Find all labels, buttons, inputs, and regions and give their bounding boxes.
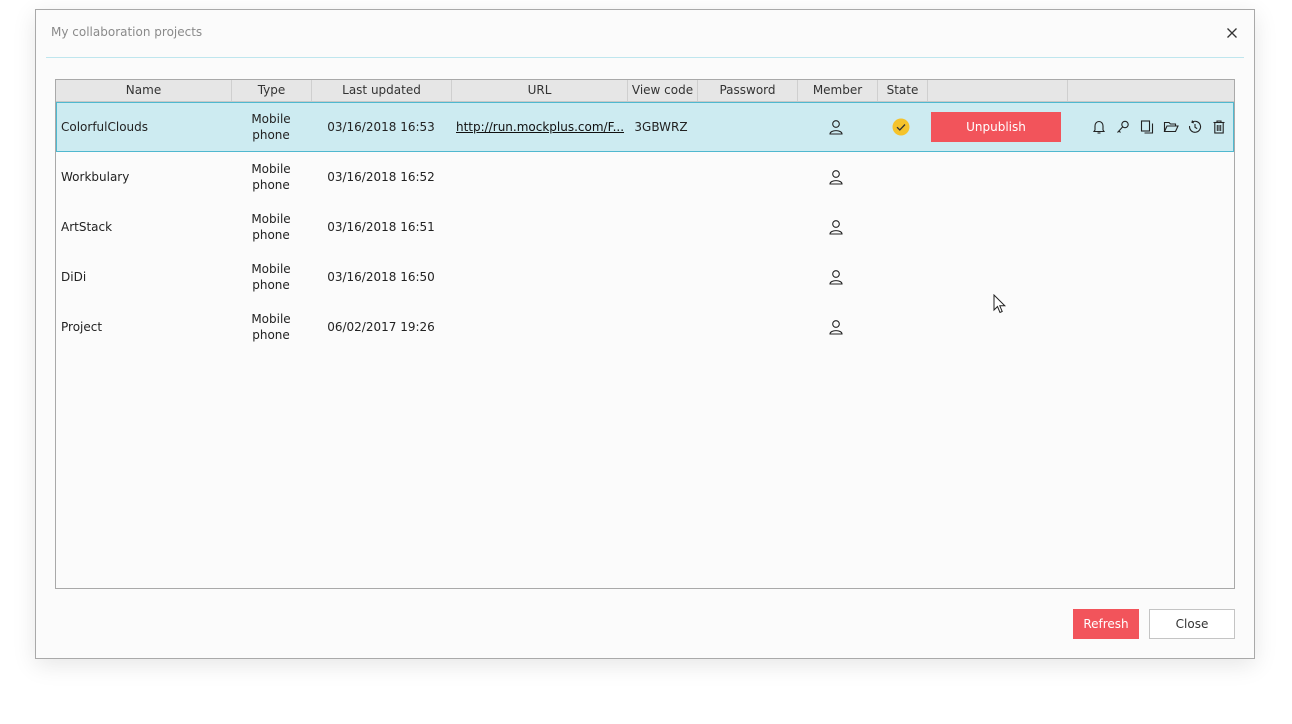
- project-url-cell: http://run.mockplus.com/F...: [456, 102, 626, 152]
- user-icon[interactable]: [828, 119, 844, 135]
- project-name: ArtStack: [61, 220, 113, 234]
- column-header-publish: [928, 80, 1068, 101]
- column-header-member[interactable]: Member: [798, 80, 878, 101]
- title-divider: [46, 57, 1244, 58]
- project-type: Mobile phone: [231, 202, 311, 252]
- history-icon[interactable]: [1186, 118, 1204, 136]
- user-icon[interactable]: [828, 269, 844, 285]
- project-view-code: 3GBWRZ: [634, 120, 688, 134]
- member-cell: [796, 102, 876, 152]
- copy-icon[interactable]: [1138, 118, 1156, 136]
- table-row[interactable]: Workbulary Mobile phone 03/16/2018 16:52: [56, 152, 1234, 202]
- project-type-line1: Mobile: [251, 262, 291, 276]
- member-cell: [796, 252, 876, 302]
- project-last-updated: 03/16/2018 16:50: [327, 270, 435, 284]
- close-icon[interactable]: [1224, 25, 1240, 41]
- project-type-line1: Mobile: [251, 212, 291, 226]
- column-header-password[interactable]: Password: [698, 80, 798, 101]
- project-last-updated: 06/02/2017 19:26: [327, 320, 435, 334]
- dialog-title: My collaboration projects: [51, 25, 203, 39]
- project-type: Mobile phone: [231, 302, 311, 352]
- project-type-line1: Mobile: [251, 162, 291, 176]
- table-row[interactable]: DiDi Mobile phone 03/16/2018 16:50: [56, 252, 1234, 302]
- column-header-last-updated[interactable]: Last updated: [312, 80, 452, 101]
- column-header-view-code[interactable]: View code: [628, 80, 698, 101]
- project-type-line1: Mobile: [251, 312, 291, 326]
- project-name: Workbulary: [61, 170, 130, 184]
- column-header-type[interactable]: Type: [232, 80, 312, 101]
- table-row[interactable]: Project Mobile phone 06/02/2017 19:26: [56, 302, 1234, 352]
- state-cell: [876, 102, 926, 152]
- project-url-link[interactable]: http://run.mockplus.com/F...: [456, 120, 624, 134]
- project-last-updated: 03/16/2018 16:51: [327, 220, 435, 234]
- column-header-url[interactable]: URL: [452, 80, 628, 101]
- project-type-line2: phone: [252, 178, 290, 192]
- project-name: ColorfulClouds: [61, 120, 149, 134]
- bell-icon[interactable]: [1090, 118, 1108, 136]
- row-actions: [1090, 102, 1228, 152]
- project-type-line2: phone: [252, 228, 290, 242]
- refresh-button[interactable]: Refresh: [1073, 609, 1139, 639]
- mouse-cursor-icon: [993, 294, 1007, 314]
- user-icon[interactable]: [828, 319, 844, 335]
- dialog-titlebar: My collaboration projects: [36, 10, 1254, 58]
- project-type: Mobile phone: [231, 102, 311, 152]
- member-cell: [796, 302, 876, 352]
- user-icon[interactable]: [828, 169, 844, 185]
- table-row[interactable]: ArtStack Mobile phone 03/16/2018 16:51: [56, 202, 1234, 252]
- close-button[interactable]: Close: [1149, 609, 1235, 639]
- column-header-actions: [1068, 80, 1234, 101]
- collaboration-projects-dialog: My collaboration projects Name Type Last…: [35, 9, 1255, 659]
- column-header-name[interactable]: Name: [56, 80, 232, 101]
- unpublish-button[interactable]: Unpublish: [931, 112, 1061, 142]
- member-cell: [796, 152, 876, 202]
- folder-open-icon[interactable]: [1162, 118, 1180, 136]
- project-last-updated: 03/16/2018 16:52: [327, 170, 435, 184]
- project-name: Project: [61, 320, 103, 334]
- table-row[interactable]: ColorfulClouds Mobile phone 03/16/2018 16…: [56, 102, 1234, 152]
- key-icon[interactable]: [1114, 118, 1132, 136]
- project-type-line2: phone: [252, 328, 290, 342]
- project-last-updated: 03/16/2018 16:53: [327, 120, 435, 134]
- project-name: DiDi: [61, 270, 87, 284]
- project-type: Mobile phone: [231, 152, 311, 202]
- table-header: Name Type Last updated URL View code Pas…: [56, 80, 1234, 102]
- project-type: Mobile phone: [231, 252, 311, 302]
- project-type-line2: phone: [252, 128, 290, 142]
- user-icon[interactable]: [828, 219, 844, 235]
- project-type-line1: Mobile: [251, 112, 291, 126]
- projects-table: Name Type Last updated URL View code Pas…: [55, 79, 1235, 589]
- column-header-state[interactable]: State: [878, 80, 928, 101]
- trash-icon[interactable]: [1210, 118, 1228, 136]
- member-cell: [796, 202, 876, 252]
- check-circle-icon: [892, 118, 910, 136]
- project-type-line2: phone: [252, 278, 290, 292]
